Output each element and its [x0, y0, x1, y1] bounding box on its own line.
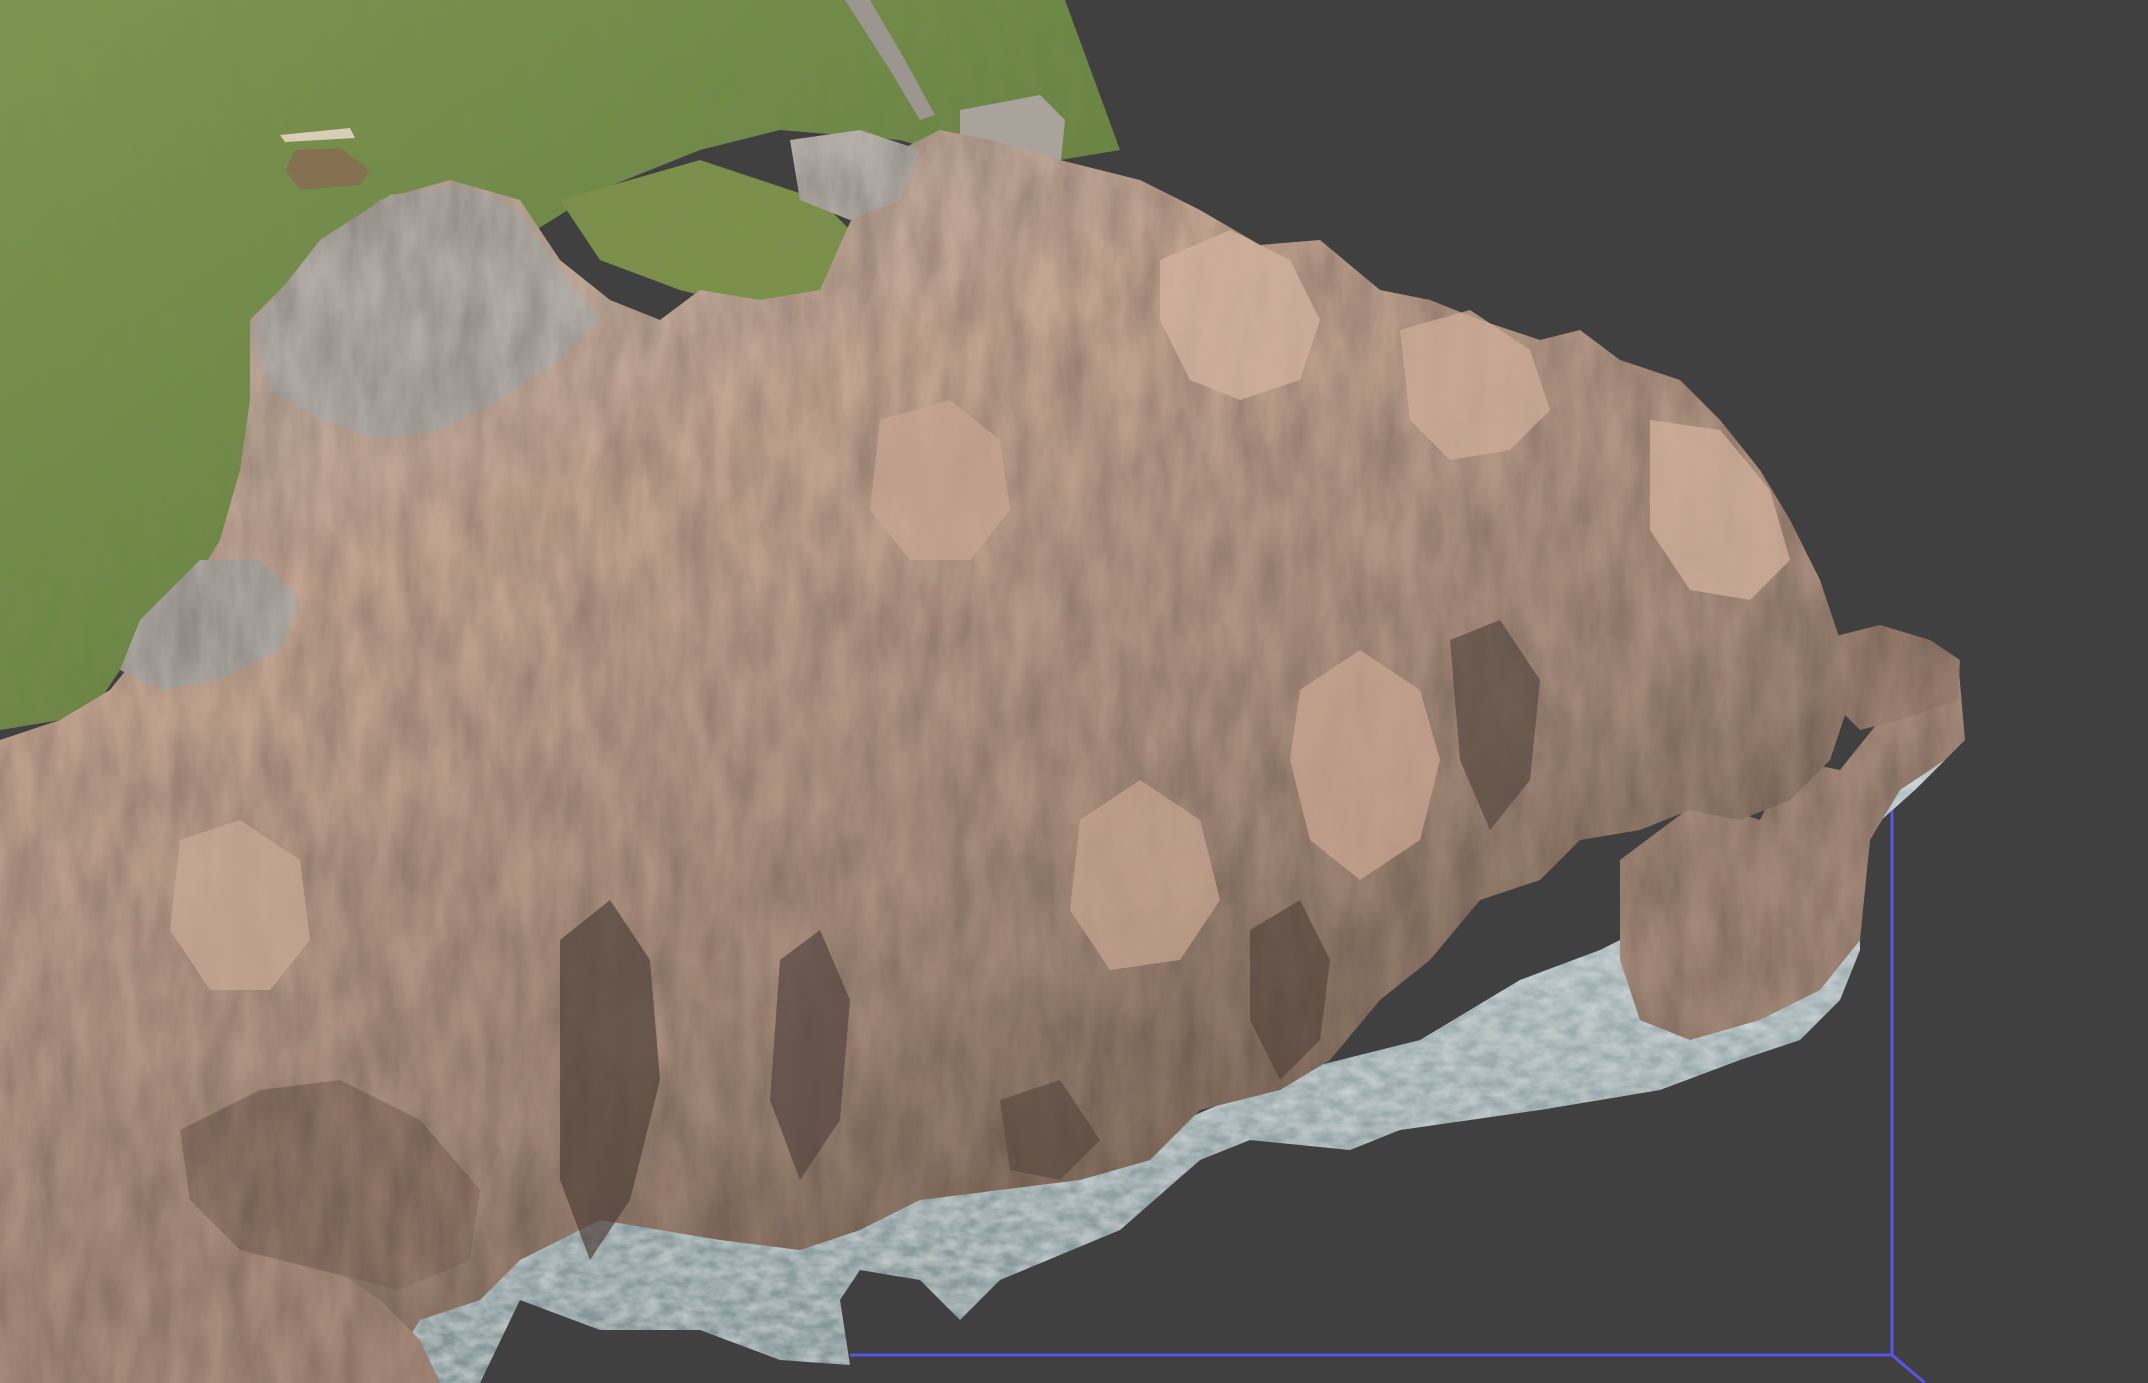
3d-viewport[interactable] — [0, 0, 2148, 1383]
viewport-canvas[interactable] — [0, 0, 2148, 1383]
